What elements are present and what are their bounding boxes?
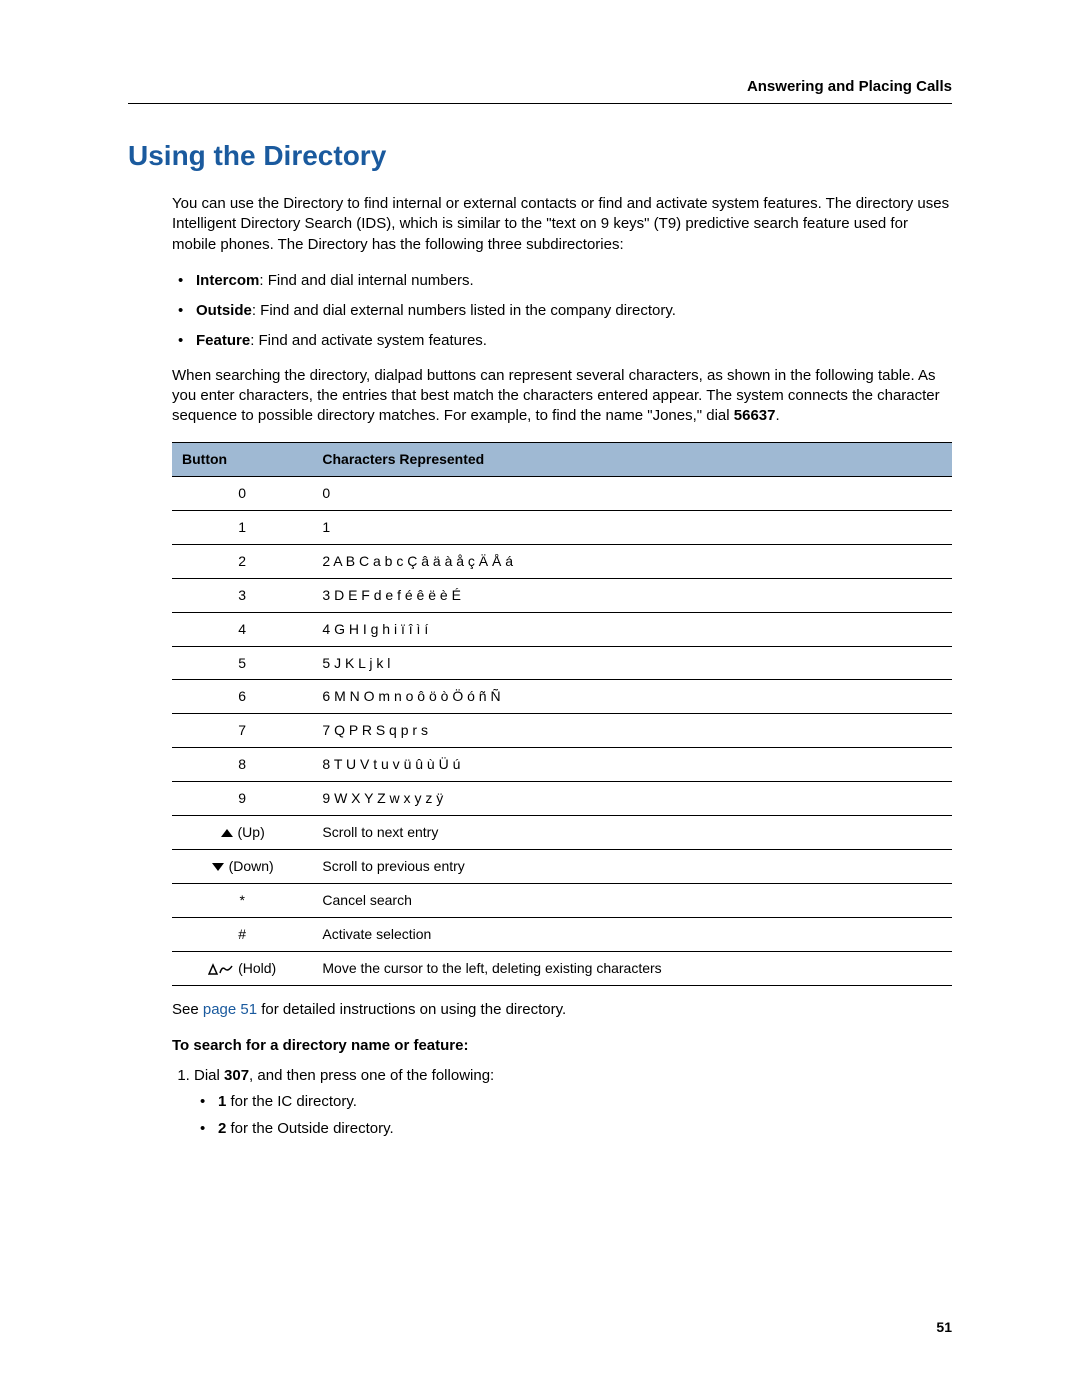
list-item: Feature: Find and activate system featur… — [196, 331, 952, 351]
chars-cell: Scroll to next entry — [312, 816, 952, 850]
chars-cell: Scroll to previous entry — [312, 849, 952, 883]
button-suffix: (Down) — [225, 858, 274, 874]
list-item: 2 for the Outside directory. — [218, 1119, 952, 1139]
chars-cell: 1 — [312, 511, 952, 545]
table-row: 33 D E F d e f é ê ë è É — [172, 578, 952, 612]
button-cell: # — [172, 917, 312, 951]
col-header-chars: Characters Represented — [312, 443, 952, 477]
step-item: Dial 307, and then press one of the foll… — [194, 1066, 952, 1139]
chars-cell: 2 A B C a b c Ç â ä à å ç Ä Å á — [312, 544, 952, 578]
procedure-title: To search for a directory name or featur… — [172, 1036, 952, 1056]
chars-cell: 8 T U V t u v ü û ù Ü ú — [312, 748, 952, 782]
down-arrow-icon — [211, 862, 225, 872]
button-cell: * — [172, 883, 312, 917]
button-cell: 7 — [172, 714, 312, 748]
chars-cell: 9 W X Y Z w x y z ÿ — [312, 782, 952, 816]
para-text: When searching the directory, dialpad bu… — [172, 367, 940, 425]
table-row: (Hold) Move the cursor to the left, delet… — [172, 951, 952, 985]
see-link-paragraph: See page 51 for detailed instructions on… — [172, 1000, 952, 1020]
subdir-desc: : Find and activate system features. — [250, 332, 487, 349]
subdir-desc: : Find and dial internal numbers. — [259, 272, 473, 289]
dial-code: 307 — [224, 1067, 249, 1084]
chars-cell: 4 G H I g h i ï î ì í — [312, 612, 952, 646]
table-row: 88 T U V t u v ü û ù Ü ú — [172, 748, 952, 782]
body-content: You can use the Directory to find intern… — [128, 194, 952, 1139]
step-text: Dial — [194, 1067, 224, 1084]
chars-cell: Move the cursor to the left, deleting ex… — [312, 951, 952, 985]
list-item: Intercom: Find and dial internal numbers… — [196, 271, 952, 291]
dial-code: 56637 — [734, 407, 776, 424]
page-number: 51 — [128, 1319, 952, 1335]
sub-bullets: 1 for the IC directory. 2 for the Outsid… — [194, 1092, 952, 1139]
chars-cell: 6 M N O m n o ô ö ò Ö ó ñ Ñ — [312, 680, 952, 714]
text: See — [172, 1001, 203, 1018]
text: for detailed instructions on using the d… — [257, 1001, 566, 1018]
chars-cell: 0 — [312, 477, 952, 511]
col-header-button: Button — [172, 443, 312, 477]
button-cell: 6 — [172, 680, 312, 714]
button-cell: (Down) — [172, 849, 312, 883]
table-row: 00 — [172, 477, 952, 511]
table-header-row: Button Characters Represented — [172, 443, 952, 477]
table-row: 66 M N O m n o ô ö ò Ö ó ñ Ñ — [172, 680, 952, 714]
button-cell: 5 — [172, 646, 312, 680]
table-row: 99 W X Y Z w x y z ÿ — [172, 782, 952, 816]
hold-icon — [208, 963, 234, 975]
step-text: , and then press one of the following: — [249, 1067, 494, 1084]
intro-paragraph: You can use the Directory to find intern… — [172, 194, 952, 255]
text: for the IC directory. — [226, 1093, 357, 1110]
subdir-name: Feature — [196, 332, 250, 349]
table-row: 11 — [172, 511, 952, 545]
dialpad-table: Button Characters Represented 001122 A B… — [172, 442, 952, 985]
button-cell: 8 — [172, 748, 312, 782]
subdirectory-list: Intercom: Find and dial internal numbers… — [172, 271, 952, 352]
button-cell: 4 — [172, 612, 312, 646]
table-row: *Cancel search — [172, 883, 952, 917]
subdir-name: Intercom — [196, 272, 259, 289]
button-cell: 0 — [172, 477, 312, 511]
running-header: Answering and Placing Calls — [128, 78, 952, 104]
table-row: #Activate selection — [172, 917, 952, 951]
button-cell: 3 — [172, 578, 312, 612]
document-page: Answering and Placing Calls Using the Di… — [0, 0, 1080, 1395]
text: for the Outside directory. — [226, 1120, 393, 1137]
para-text: . — [776, 407, 780, 424]
button-suffix: (Up) — [234, 824, 265, 840]
section-title: Using the Directory — [128, 140, 952, 172]
page-link[interactable]: page 51 — [203, 1001, 257, 1018]
table-row: (Down) Scroll to previous entry — [172, 849, 952, 883]
table-row: 77 Q P R S q p r s — [172, 714, 952, 748]
table-row: 22 A B C a b c Ç â ä à å ç Ä Å á — [172, 544, 952, 578]
button-cell: 2 — [172, 544, 312, 578]
button-cell: (Up) — [172, 816, 312, 850]
subdir-name: Outside — [196, 302, 252, 319]
list-item: 1 for the IC directory. — [218, 1092, 952, 1112]
table-row: 55 J K L j k l — [172, 646, 952, 680]
button-cell: (Hold) — [172, 951, 312, 985]
procedure-steps: Dial 307, and then press one of the foll… — [172, 1066, 952, 1139]
button-cell: 9 — [172, 782, 312, 816]
table-row: 44 G H I g h i ï î ì í — [172, 612, 952, 646]
chars-cell: Cancel search — [312, 883, 952, 917]
table-row: (Up) Scroll to next entry — [172, 816, 952, 850]
chars-cell: 5 J K L j k l — [312, 646, 952, 680]
up-arrow-icon — [220, 828, 234, 838]
chars-cell: Activate selection — [312, 917, 952, 951]
chars-cell: 7 Q P R S q p r s — [312, 714, 952, 748]
button-cell: 1 — [172, 511, 312, 545]
button-suffix: (Hold) — [234, 960, 276, 976]
table-intro-paragraph: When searching the directory, dialpad bu… — [172, 366, 952, 427]
list-item: Outside: Find and dial external numbers … — [196, 301, 952, 321]
chars-cell: 3 D E F d e f é ê ë è É — [312, 578, 952, 612]
subdir-desc: : Find and dial external numbers listed … — [252, 302, 676, 319]
